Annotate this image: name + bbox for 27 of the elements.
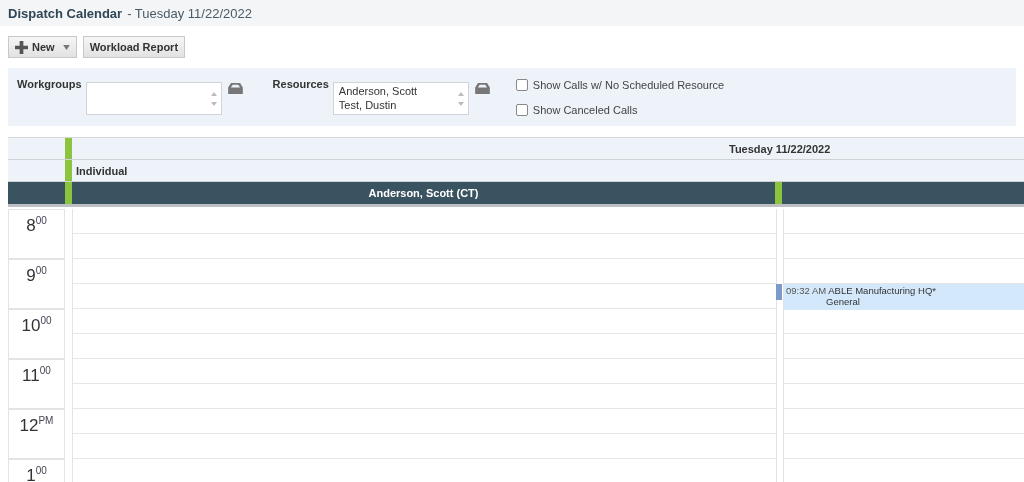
hour-label: 12$^{PM}$ (19, 414, 54, 436)
tray-icon[interactable] (227, 83, 243, 94)
hour-label: 10$^{00}$ (21, 314, 52, 336)
resource-header: Anderson, Scott (CT) (368, 187, 479, 199)
checkbox[interactable] (515, 104, 528, 116)
caret-icon (62, 44, 70, 50)
tray-icon[interactable] (474, 83, 490, 94)
resources-list[interactable]: Anderson, Scott Test, Dustin (332, 82, 469, 115)
hour-label: 11$^{00}$ (22, 364, 51, 386)
field-label: Resources (272, 78, 329, 90)
checkbox-label: Show Calls w/ No Scheduled Resource (532, 79, 725, 91)
checkbox[interactable] (515, 79, 528, 91)
event-marker (776, 284, 782, 300)
hour-label: 8$^{00}$ (26, 214, 47, 236)
checkbox-label: Show Canceled Calls (532, 104, 638, 116)
field-label: Workgroups (17, 78, 82, 90)
page-title: Dispatch Calendar (8, 5, 123, 21)
new-menu-button[interactable]: New (8, 36, 77, 58)
plus-icon (15, 40, 28, 54)
group-header: Individual (76, 164, 128, 177)
hour-label: 1$^{00}$ (26, 464, 47, 482)
date-header: Tuesday 11/22/2022 (729, 142, 831, 155)
report-button[interactable]: Workload Report (82, 36, 186, 58)
hour-label: 9$^{00}$ (26, 264, 47, 286)
color-strip (775, 182, 782, 204)
calendar-event[interactable]: 09:32 AM ABLE Manufacturing HQ* General (784, 284, 1024, 310)
page-subtitle: - Tuesday 11/22/2022 (127, 5, 252, 21)
